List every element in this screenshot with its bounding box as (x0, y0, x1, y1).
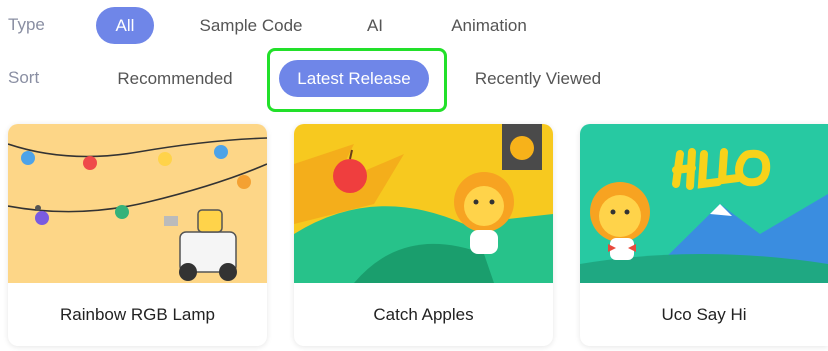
card-title: Rainbow RGB Lamp (60, 305, 215, 324)
lion-hello-illustration-icon (580, 124, 828, 283)
sort-chip-recommended[interactable]: Recommended (106, 60, 244, 97)
project-card-catch-apples[interactable]: Catch Apples (294, 124, 553, 346)
type-filter-row: Type All Sample Code AI Animation (0, 5, 828, 45)
sort-filter-row: Sort Recommended Latest Release Recently… (0, 58, 828, 98)
card-title: Catch Apples (373, 305, 474, 324)
sort-filter-label: Sort (8, 68, 40, 87)
type-filter-label: Type (8, 15, 45, 34)
lion-apple-illustration-icon (294, 124, 553, 283)
card-title: Uco Say Hi (661, 305, 747, 324)
type-chip-sample-code[interactable]: Sample Code (189, 7, 313, 44)
sort-chip-recently-viewed[interactable]: Recently Viewed (464, 60, 612, 97)
type-chip-animation[interactable]: Animation (436, 7, 542, 44)
project-card-rainbow-rgb-lamp[interactable]: Rainbow RGB Lamp (8, 124, 267, 346)
project-card-uco-say-hi[interactable]: Uco Say Hi (580, 124, 828, 346)
robot-lamp-illustration-icon (8, 124, 267, 283)
type-chip-all[interactable]: All (96, 7, 154, 44)
sort-chip-latest-release[interactable]: Latest Release (279, 60, 429, 97)
type-chip-ai[interactable]: AI (353, 7, 397, 44)
